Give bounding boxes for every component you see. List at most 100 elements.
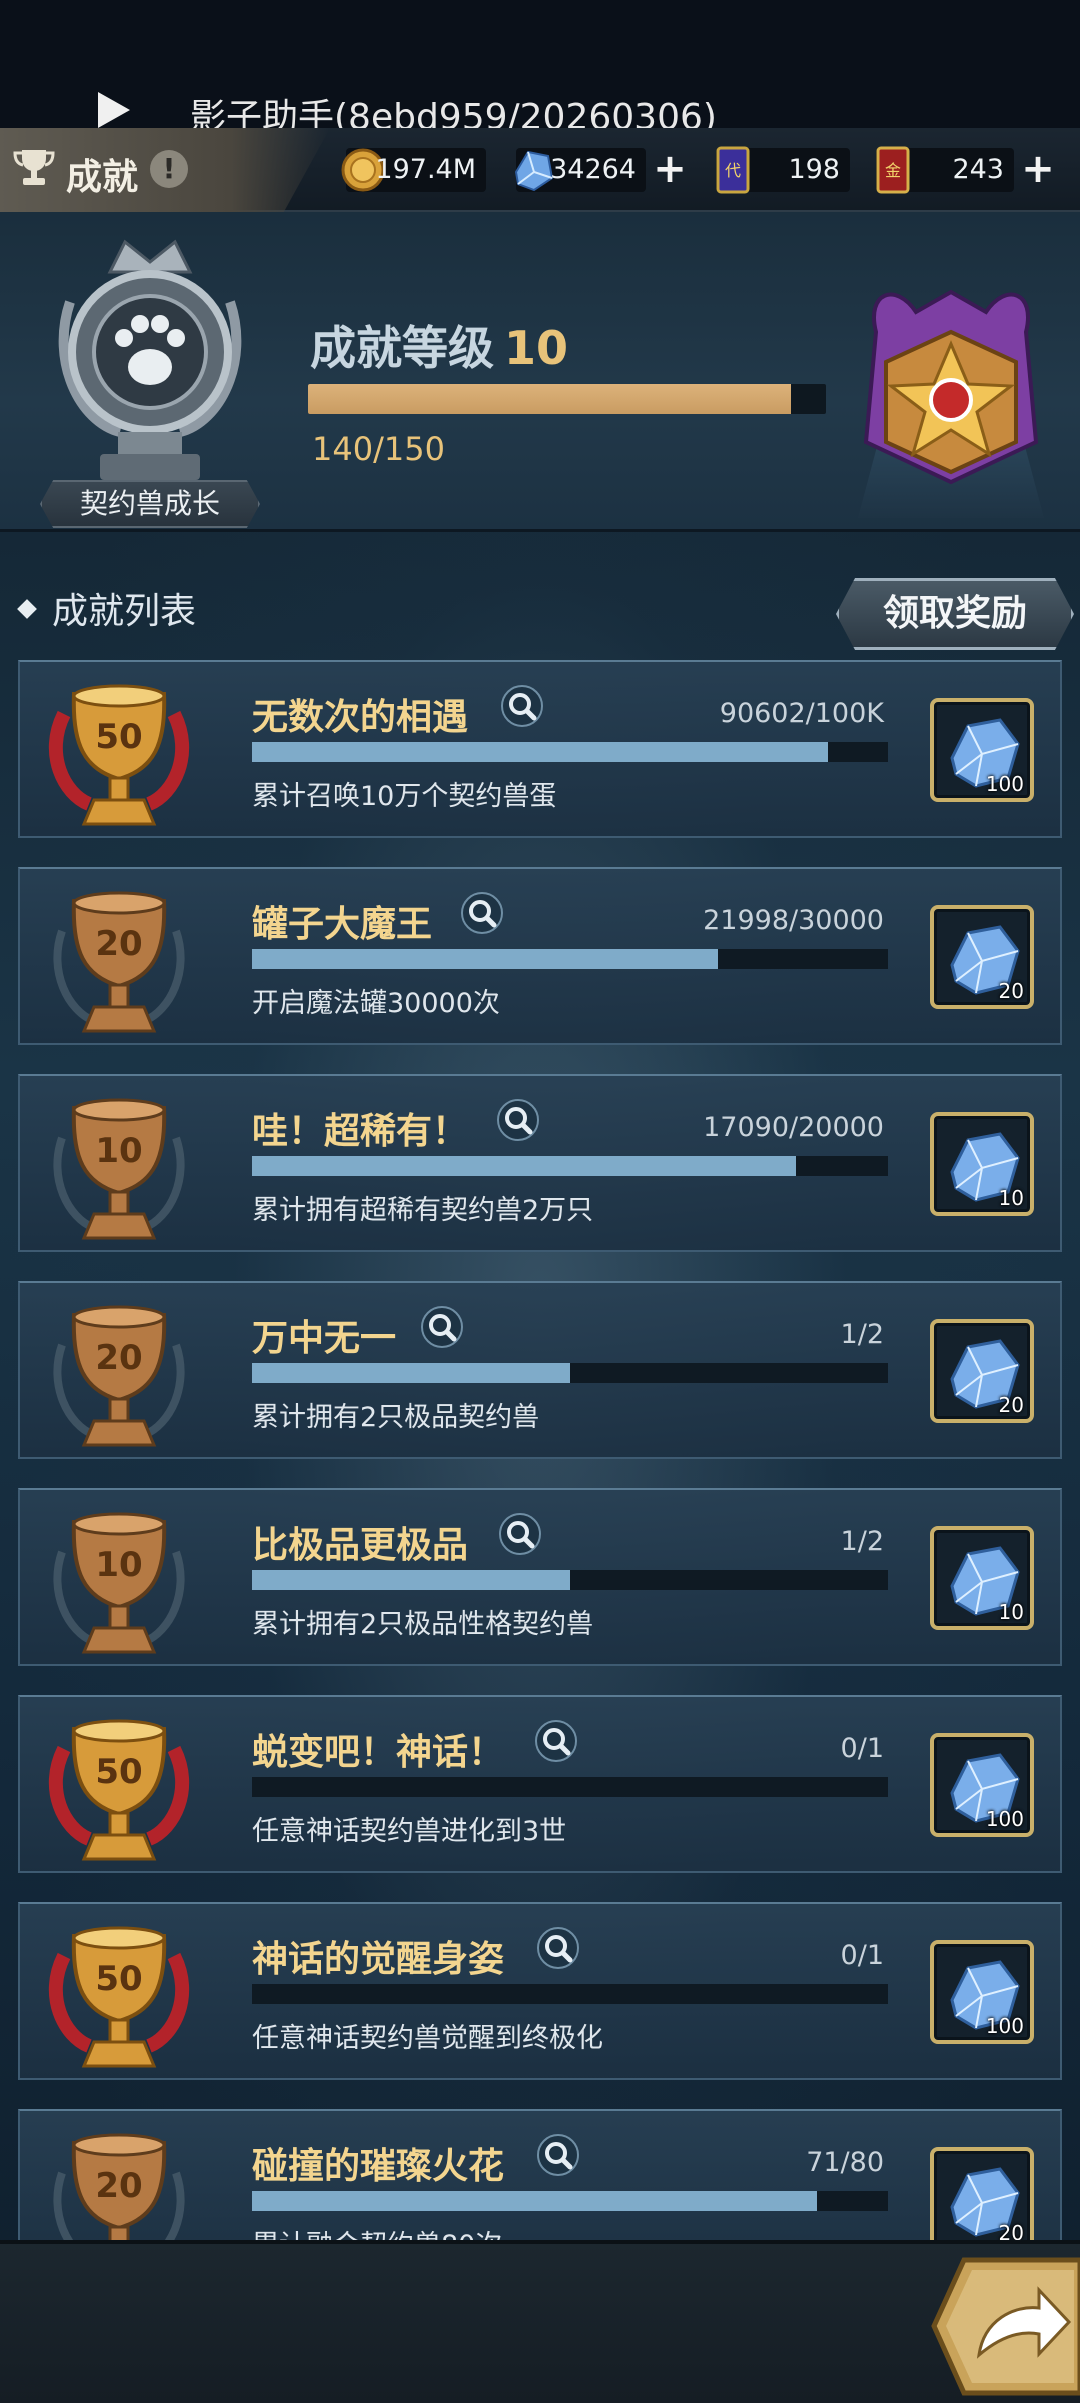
achievement-progress-text: 0/1 xyxy=(840,1940,884,1971)
achievement-description: 任意神话契约兽进化到3世 xyxy=(252,1816,567,1847)
magnifier-icon[interactable] xyxy=(536,1926,580,1970)
cup-number: 50 xyxy=(95,1959,142,1999)
achievement-description: 累计召唤10万个契约兽蛋 xyxy=(252,781,557,812)
reward-crystal-slot[interactable]: 100 xyxy=(930,1940,1034,2044)
reward-crystal-slot[interactable]: 20 xyxy=(930,2147,1034,2240)
trophy-cup-icon: 20 xyxy=(53,2133,185,2240)
achievement-progress-fill xyxy=(252,1363,570,1383)
magnifier-icon[interactable] xyxy=(496,1098,540,1142)
level-progress-fill xyxy=(308,384,792,414)
magnifier-icon[interactable] xyxy=(420,1305,464,1349)
achievement-card[interactable]: 10 比极品更极品 1/2 累计拥有2只极品性格契约兽 10 xyxy=(18,1488,1062,1666)
achievement-card[interactable]: 20 罐子大魔王 21998/30000 开启魔法罐30000次 20 xyxy=(18,867,1062,1045)
achievement-card[interactable]: 50 蜕变吧！神话！ 0/1 任意神话契约兽进化到3世 100 xyxy=(18,1695,1062,1873)
trophy-cup-icon: 10 xyxy=(53,1512,185,1654)
trophy-cup-icon: 50 xyxy=(48,1719,190,1861)
achievement-progress-text: 1/2 xyxy=(840,1319,884,1350)
achievement-progress-fill xyxy=(252,742,829,762)
level-title: 成就等级 10 xyxy=(310,312,568,378)
achievement-list-header: 成就列表 xyxy=(17,582,197,634)
achievement-list[interactable]: 50 无数次的相遇 90602/100K 累计召唤10万个契约兽蛋 100 20… xyxy=(0,660,1080,2240)
cup-number: 50 xyxy=(95,717,142,757)
gold-card-icon: 金 xyxy=(876,146,910,194)
achievement-progress-fill xyxy=(252,949,719,969)
play-icon[interactable] xyxy=(98,92,130,128)
crystal-amount: 34264 xyxy=(550,154,636,185)
reward-crystal-slot[interactable]: 20 xyxy=(930,905,1034,1009)
achievement-progress-text: 71/80 xyxy=(806,2147,884,2178)
achievement-description: 累计拥有2只极品性格契约兽 xyxy=(252,1609,594,1640)
achievement-progress-bar xyxy=(252,1777,888,1797)
magnifier-icon[interactable] xyxy=(460,891,504,935)
add-gold-card-button[interactable]: + xyxy=(1018,148,1058,192)
list-title: 成就列表 xyxy=(52,591,197,632)
achievement-card[interactable]: 20 万中无一 1/2 累计拥有2只极品契约兽 20 xyxy=(18,1281,1062,1459)
trophy-icon xyxy=(13,150,55,185)
achievement-card[interactable]: 10 哇！超稀有！ 17090/20000 累计拥有超稀有契约兽2万只 10 xyxy=(18,1074,1062,1252)
achievement-progress-bar xyxy=(252,1363,888,1383)
purple-card-icon: 代 xyxy=(716,146,750,194)
cup-number: 20 xyxy=(95,924,142,964)
top-status-bar: 影子助手(8ebd959/20260306) xyxy=(0,0,1080,138)
badge-label: 契约兽成长 xyxy=(40,480,260,528)
reward-crystal-slot[interactable]: 10 xyxy=(930,1112,1034,1216)
cup-number: 50 xyxy=(95,1752,142,1792)
reward-count: 20 xyxy=(998,1393,1024,1417)
achievement-description: 开启魔法罐30000次 xyxy=(252,988,500,1019)
claim-rewards-button[interactable]: 领取奖励 xyxy=(836,578,1074,650)
achievement-progress-bar xyxy=(252,1570,888,1590)
magnifier-icon[interactable] xyxy=(500,684,544,728)
magnifier-icon[interactable] xyxy=(498,1512,542,1556)
trophy-cup-icon: 50 xyxy=(48,1926,190,2068)
diamond-bullet-icon xyxy=(17,599,37,619)
currency-crystal: 34264 + xyxy=(514,148,687,192)
gold-amount: 197.4M xyxy=(375,154,476,185)
page-title: 成就 xyxy=(66,157,139,198)
info-button[interactable]: ! xyxy=(150,150,188,188)
achievement-description: 累计融合契约兽80次 xyxy=(252,2223,502,2240)
achievement-progress-fill xyxy=(252,1156,796,1176)
reward-count: 10 xyxy=(998,1186,1024,1210)
reward-crystal-slot[interactable]: 100 xyxy=(930,1733,1034,1837)
achievement-progress-fill xyxy=(252,1570,570,1590)
level-number: 10 xyxy=(504,321,569,375)
trophy-cup-icon: 10 xyxy=(53,1098,185,1240)
achievement-level-panel: 契约兽成长 成就等级 10 140/150 xyxy=(0,212,1080,532)
achievement-name: 万中无一 xyxy=(252,1318,397,1359)
level-label: 成就等级 xyxy=(310,321,494,375)
reward-count: 100 xyxy=(985,1807,1024,1831)
achievement-progress-text: 21998/30000 xyxy=(703,905,884,936)
achievement-name: 蜕变吧！神话！ xyxy=(252,1732,505,1773)
reward-count: 20 xyxy=(998,2221,1024,2240)
gold-card-amount: 243 xyxy=(952,154,1004,185)
achievement-name: 哇！超稀有！ xyxy=(252,1111,469,1152)
reward-crystal-slot[interactable]: 10 xyxy=(930,1526,1034,1630)
beast-growth-badge-icon[interactable] xyxy=(40,232,260,502)
svg-text:代: 代 xyxy=(725,161,741,180)
reward-count: 100 xyxy=(985,772,1024,796)
cup-number: 20 xyxy=(95,1338,142,1378)
magnifier-icon[interactable] xyxy=(534,1719,578,1763)
level-reward-crest-icon[interactable] xyxy=(856,272,1046,512)
achievement-progress-bar xyxy=(252,742,888,762)
reward-crystal-slot[interactable]: 100 xyxy=(930,698,1034,802)
achievement-card[interactable]: 50 神话的觉醒身姿 0/1 任意神话契约兽觉醒到终极化 100 xyxy=(18,1902,1062,2080)
achievement-progress-text: 1/2 xyxy=(840,1526,884,1557)
reward-count: 100 xyxy=(985,2014,1024,2038)
level-progress-bar xyxy=(308,384,826,414)
trophy-cup-icon: 20 xyxy=(53,891,185,1033)
magnifier-icon[interactable] xyxy=(536,2133,580,2177)
currency-purple-card: 代 198 xyxy=(716,146,850,194)
achievement-progress-text: 17090/20000 xyxy=(703,1112,884,1143)
achievement-name: 碰撞的璀璨火花 xyxy=(252,2146,505,2187)
achievement-description: 累计拥有超稀有契约兽2万只 xyxy=(252,1195,594,1226)
trophy-cup-icon: 50 xyxy=(48,684,190,826)
achievement-card[interactable]: 20 碰撞的璀璨火花 71/80 累计融合契约兽80次 20 xyxy=(18,2109,1062,2240)
achievement-card[interactable]: 50 无数次的相遇 90602/100K 累计召唤10万个契约兽蛋 100 xyxy=(18,660,1062,838)
header-bar: 成就 ! 197.4M 34264 + 代 198 金 243 + xyxy=(0,128,1080,212)
return-arrow-icon[interactable] xyxy=(924,2250,1080,2403)
add-crystal-button[interactable]: + xyxy=(650,148,690,192)
achievement-progress-bar xyxy=(252,1156,888,1176)
level-progress-text: 140/150 xyxy=(312,430,445,468)
reward-crystal-slot[interactable]: 20 xyxy=(930,1319,1034,1423)
